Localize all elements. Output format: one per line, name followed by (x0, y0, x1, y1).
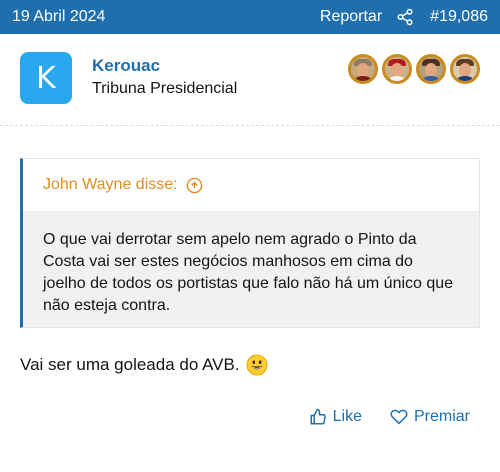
post-number-link[interactable]: #19,086 (430, 8, 488, 26)
trophy-badge-icon[interactable] (382, 54, 412, 84)
avatar[interactable]: K (20, 52, 72, 104)
author-name-link[interactable]: Kerouac (92, 56, 160, 76)
thumbs-up-icon (310, 408, 326, 425)
award-button[interactable]: Premiar (390, 408, 470, 426)
avatar-letter: K (36, 60, 56, 96)
share-icon[interactable] (396, 8, 414, 26)
like-label[interactable]: Like (333, 408, 362, 426)
quote-header[interactable]: John Wayne disse: (23, 159, 479, 211)
arrow-up-circle-icon[interactable] (186, 177, 203, 194)
message-text: Vai ser uma goleada do AVB. (20, 355, 240, 374)
quote-text: O que vai derrotar sem apelo nem agrado … (23, 211, 479, 327)
like-button[interactable]: Like (309, 408, 362, 426)
post-header-bar: 19 Abril 2024 Reportar #19,086 (0, 0, 500, 34)
author-title: Tribuna Presidencial (92, 80, 238, 97)
trophy-badges (348, 54, 480, 84)
trophy-badge-icon[interactable] (450, 54, 480, 84)
trophy-badge-icon[interactable] (348, 54, 378, 84)
heart-icon (390, 409, 408, 425)
trophy-badge-icon[interactable] (416, 54, 446, 84)
post-date: 19 Abril 2024 (12, 8, 106, 25)
report-button[interactable]: Reportar (320, 8, 382, 26)
award-label[interactable]: Premiar (414, 408, 470, 426)
quote-block: John Wayne disse: O que vai derrotar sem… (20, 158, 480, 328)
post-actions: Like Premiar (309, 408, 470, 426)
quote-author[interactable]: John Wayne disse: (43, 176, 178, 194)
post-message: Vai ser uma goleada do AVB. (20, 354, 268, 376)
author-block: K Kerouac Tribuna Presidencial (20, 52, 480, 108)
grinning-face-emoji-icon (246, 354, 268, 376)
section-divider (0, 125, 500, 126)
